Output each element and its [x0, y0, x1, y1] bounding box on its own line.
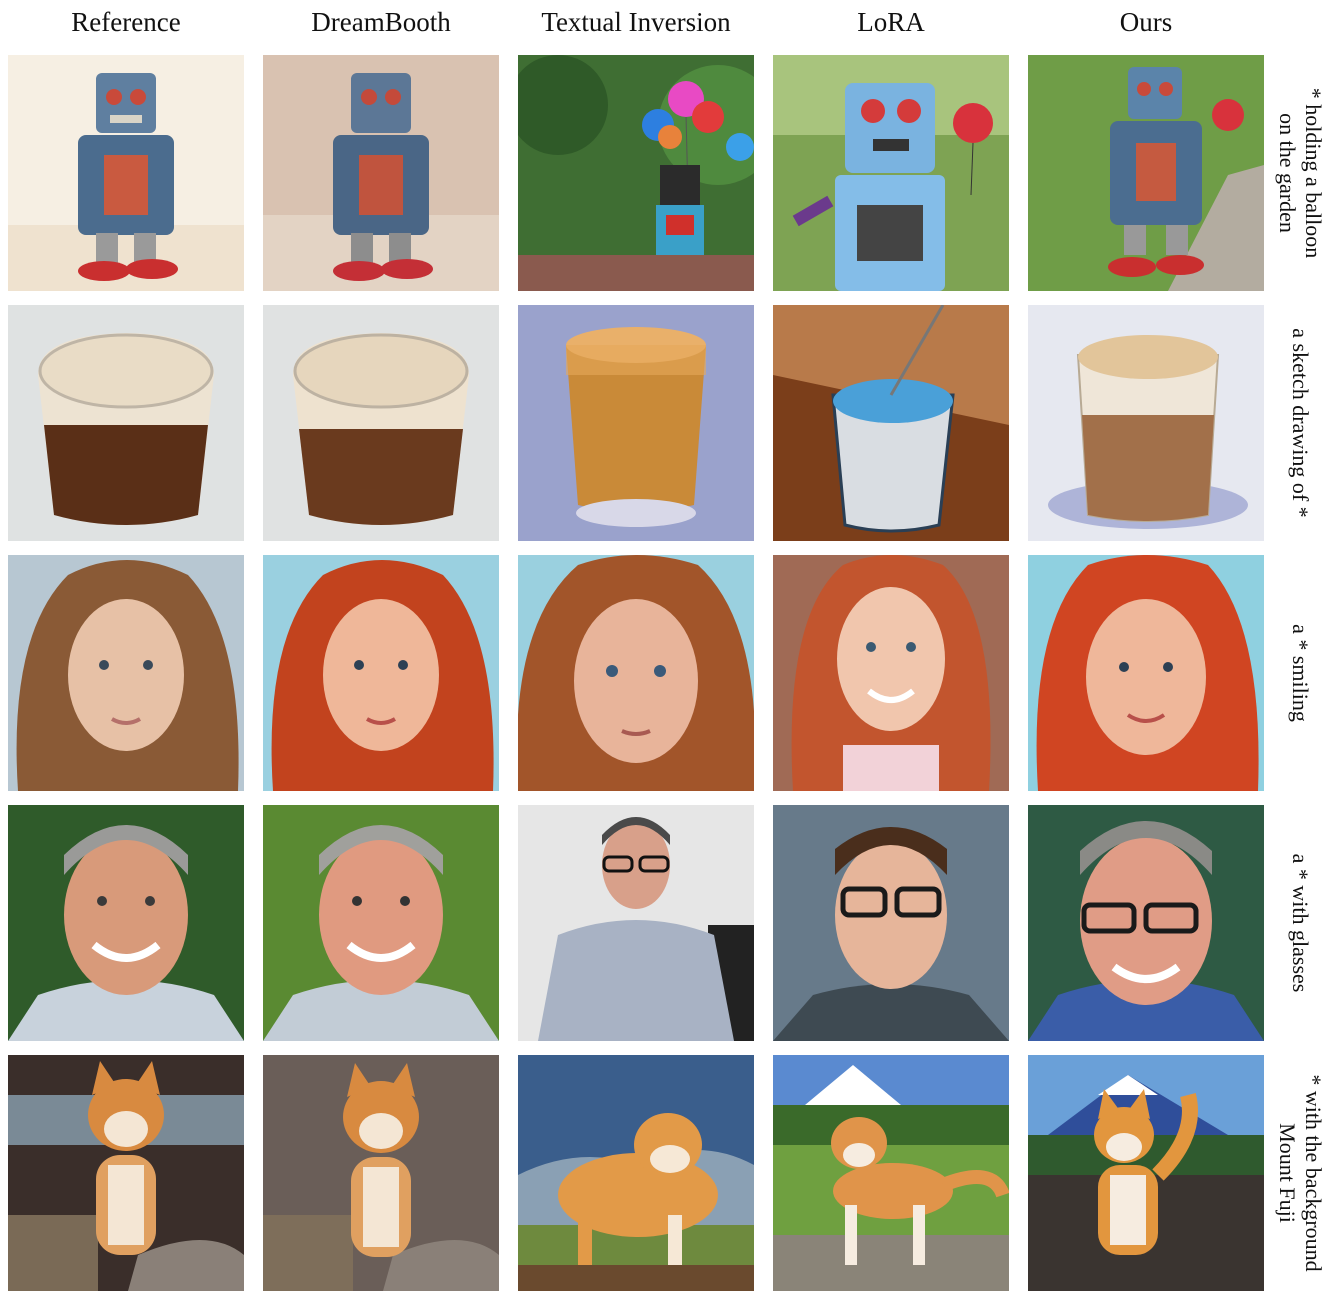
image-woman-ours — [1028, 555, 1264, 791]
row-label-balloon: * holding a balloon on the garden — [1270, 55, 1330, 291]
image-dog-reference — [8, 1055, 244, 1291]
image-dog-dreambooth — [263, 1055, 499, 1291]
column-header-reference: Reference — [71, 7, 181, 37]
image-glass-ours — [1028, 305, 1264, 541]
row-label-smiling: a * smiling — [1270, 555, 1330, 791]
column-header-dreambooth: DreamBooth — [311, 7, 451, 37]
image-robot-reference — [8, 55, 244, 291]
image-man-reference — [8, 805, 244, 1041]
image-woman-dreambooth — [263, 555, 499, 791]
image-man-dreambooth — [263, 805, 499, 1041]
image-dog-textual-inversion — [518, 1055, 754, 1291]
image-robot-textual-inversion — [518, 55, 754, 291]
image-robot-dreambooth — [263, 55, 499, 291]
image-glass-textual-inversion — [518, 305, 754, 541]
image-glass-reference — [8, 305, 244, 541]
image-glass-dreambooth — [263, 305, 499, 541]
image-woman-lora — [773, 555, 1009, 791]
row-label-sketch: a sketch drawing of * — [1270, 305, 1330, 541]
prompt-text: a sketch drawing of * — [1288, 328, 1313, 518]
prompt-text: * holding a balloon on the garden — [1275, 87, 1326, 259]
image-dog-lora — [773, 1055, 1009, 1291]
image-man-textual-inversion — [518, 805, 754, 1041]
prompt-text: a * with glasses — [1288, 853, 1313, 993]
image-woman-reference — [8, 555, 244, 791]
row-label-glasses: a * with glasses — [1270, 805, 1330, 1041]
image-robot-ours — [1028, 55, 1264, 291]
column-header-ours: Ours — [1119, 7, 1173, 37]
prompt-text: a * smiling — [1288, 624, 1313, 722]
column-header-textual-inversion: Textual Inversion — [541, 7, 731, 37]
image-man-ours — [1028, 805, 1264, 1041]
image-woman-textual-inversion — [518, 555, 754, 791]
image-dog-ours — [1028, 1055, 1264, 1291]
column-header-lora: LoRA — [857, 7, 925, 37]
row-label-mount-fuji: * with the background Mount Fuji — [1270, 1055, 1330, 1291]
image-robot-lora — [773, 55, 1009, 291]
image-man-lora — [773, 805, 1009, 1041]
image-glass-lora — [773, 305, 1009, 541]
prompt-text: * with the background Mount Fuji — [1275, 1074, 1326, 1272]
